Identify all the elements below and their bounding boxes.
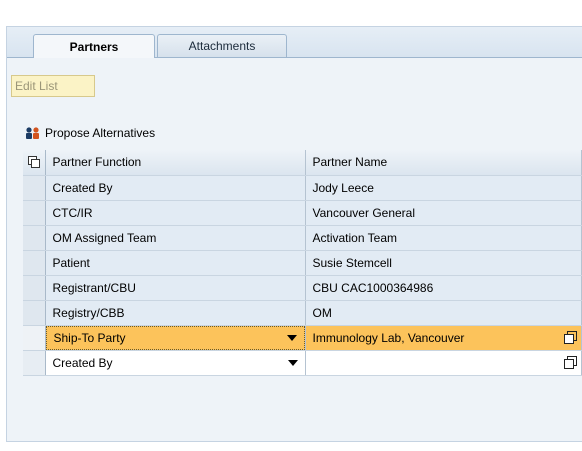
partner-name-cell: OM <box>305 300 582 326</box>
partner-name-cell: CBU CAC1000364986 <box>305 275 582 301</box>
row-selector[interactable] <box>23 200 46 226</box>
row-selector[interactable] <box>23 175 46 201</box>
column-header-partner-name[interactable]: Partner Name <box>305 150 582 176</box>
column-header-partner-function[interactable]: Partner Function <box>45 150 306 176</box>
edit-list-button[interactable]: Edit List <box>11 75 95 97</box>
partner-name-cell: Susie Stemcell <box>305 250 582 276</box>
partner-name-cell: Jody Leece <box>305 175 582 201</box>
propose-alternatives-button[interactable]: Propose Alternatives <box>25 124 155 142</box>
partner-name-field[interactable] <box>305 350 582 376</box>
table-row[interactable]: OM Assigned Team Activation Team <box>23 225 582 251</box>
partner-function-value: Created By <box>52 355 113 370</box>
partner-name-cell: Activation Team <box>305 225 582 251</box>
value-help-icon[interactable] <box>563 330 577 345</box>
propose-alternatives-label: Propose Alternatives <box>45 126 156 140</box>
dropdown-arrow-icon[interactable] <box>286 334 297 341</box>
table-row[interactable]: Registrant/CBU CBU CAC1000364986 <box>23 275 582 301</box>
row-selector[interactable] <box>23 225 46 251</box>
partner-function-cell: Registrant/CBU <box>45 275 306 301</box>
table-row[interactable]: Created By Jody Leece <box>23 175 582 201</box>
tab-attachments[interactable]: Attachments <box>157 34 287 57</box>
select-all-icon[interactable] <box>27 156 40 169</box>
table-row[interactable]: Patient Susie Stemcell <box>23 250 582 276</box>
partner-name-value: Immunology Lab, Vancouver <box>312 330 465 345</box>
row-selector[interactable] <box>23 350 46 376</box>
table-header-row: Partner Function Partner Name <box>23 150 582 176</box>
partner-name-field[interactable]: Immunology Lab, Vancouver <box>305 325 582 351</box>
tab-strip: Partners Attachments <box>7 27 582 58</box>
partner-function-cell: Created By <box>45 175 306 201</box>
partner-name-cell: Vancouver General <box>305 200 582 226</box>
partner-function-cell: OM Assigned Team <box>45 225 306 251</box>
table-row-selected[interactable]: Ship-To Party Immunology Lab, Vancouver <box>23 325 582 351</box>
row-selector[interactable] <box>23 250 46 276</box>
partner-function-cell: CTC/IR <box>45 200 306 226</box>
partner-function-dropdown[interactable]: Created By <box>45 350 306 376</box>
row-selector[interactable] <box>23 300 46 326</box>
partner-function-value: Ship-To Party <box>53 330 126 345</box>
dropdown-arrow-icon[interactable] <box>287 359 298 366</box>
row-selector[interactable] <box>23 275 46 301</box>
partner-function-dropdown[interactable]: Ship-To Party <box>45 325 306 351</box>
tab-partners[interactable]: Partners <box>33 34 155 58</box>
partner-function-cell: Patient <box>45 250 306 276</box>
table-row-new[interactable]: Created By <box>23 350 582 376</box>
partners-table: Partner Function Partner Name Created By… <box>23 150 582 376</box>
row-selector[interactable] <box>23 325 46 351</box>
partner-function-cell: Registry/CBB <box>45 300 306 326</box>
table-row[interactable]: Registry/CBB OM <box>23 300 582 326</box>
people-icon <box>25 126 41 140</box>
value-help-icon[interactable] <box>563 355 577 370</box>
partners-panel: Partners Attachments Edit List Propose A… <box>6 26 582 442</box>
select-all-cell[interactable] <box>23 150 46 176</box>
table-row[interactable]: CTC/IR Vancouver General <box>23 200 582 226</box>
